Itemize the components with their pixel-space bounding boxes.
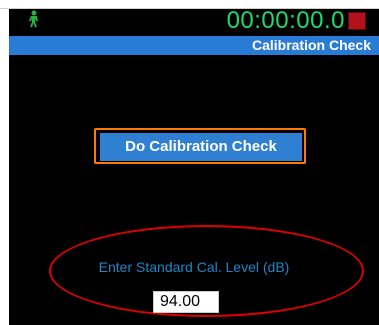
elapsed-timer: 00:00:00.0	[226, 7, 345, 34]
do-calibration-check-button[interactable]: Do Calibration Check	[100, 133, 302, 161]
page-title: Calibration Check	[251, 37, 371, 53]
title-bar: Calibration Check	[9, 36, 379, 55]
person-running-icon[interactable]	[26, 10, 42, 28]
cal-level-input[interactable]	[153, 291, 219, 313]
cal-level-label: Enter Standard Cal. Level (dB)	[98, 259, 290, 275]
stop-record-icon[interactable]	[348, 12, 366, 30]
